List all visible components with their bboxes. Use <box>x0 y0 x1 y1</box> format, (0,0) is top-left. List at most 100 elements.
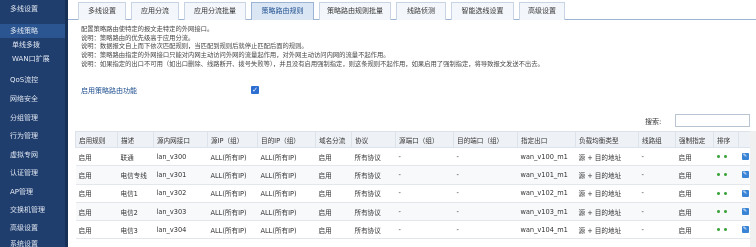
cell-lb: 源 + 目的地址 <box>575 184 639 203</box>
sidebar-item-wan-extend[interactable]: WAN口扩展 <box>0 52 68 66</box>
cell-domain: 启用 <box>315 184 352 203</box>
sidebar-item-multiline-settings[interactable]: 多线设置 <box>0 2 68 16</box>
sort-dot-icon[interactable] <box>723 191 727 195</box>
main-content: 多线设置 应用分流 应用分流批量 策略路由规则 策略路由规则批量 线路侦测 智能… <box>68 0 756 247</box>
table-row[interactable]: 启用 电信3 lan_v304 ALL(所有IP) ALL(所有IP) 启用 所有协议 - - w… <box>75 220 756 240</box>
column-header[interactable]: 域名分流 <box>315 131 352 148</box>
column-header[interactable]: 源端口（组） <box>395 131 454 148</box>
cell-sport: - <box>395 202 454 222</box>
edit-icon[interactable]: ✎ <box>741 171 749 179</box>
sort-dot-icon[interactable] <box>723 210 727 214</box>
sidebar-item-qos[interactable]: QoS流控 <box>0 73 68 87</box>
cell-dst: ALL(所有IP) <box>257 184 316 203</box>
tab-multiline-settings[interactable]: 多线设置 <box>78 2 126 20</box>
sort-dot-icon[interactable] <box>723 228 727 232</box>
app-window: 多线设置 多线策略 单线多拨 WAN口扩展 QoS流控 网络安全 分组管理 行为… <box>0 0 756 247</box>
sort-dot-icon[interactable] <box>723 155 727 159</box>
cell-src: ALL(所有IP) <box>207 220 258 240</box>
tab-bar: 多线设置 应用分流 应用分流批量 策略路由规则 策略路由规则批量 线路侦测 智能… <box>68 0 756 20</box>
table-row[interactable]: 启用 电信1 lan_v302 ALL(所有IP) ALL(所有IP) 启用 所有协议 - - w… <box>75 184 756 203</box>
edit-icon[interactable]: ✎ <box>741 208 749 216</box>
info-notes: 配置策略路由使特定的报文走特定的外网接口。 说明：策略路由的优先级高于应用分流。… <box>81 26 741 69</box>
enable-policy-route-checkbox[interactable]: ✓ <box>251 86 259 94</box>
cell-domain: 启用 <box>315 147 352 167</box>
column-header[interactable]: 线路组 <box>638 131 676 148</box>
cell-out: wan_v100_m1 <box>517 147 576 167</box>
sort-dot-icon[interactable] <box>716 210 720 214</box>
cell-sport: - <box>395 220 454 240</box>
table-row[interactable]: 启用 联通 lan_v300 ALL(所有IP) ALL(所有IP) 启用 所有协议 - - wa… <box>75 147 756 167</box>
tab-policy-route-rules[interactable]: 策略路由规则 <box>251 2 314 20</box>
cell-sort <box>713 147 739 167</box>
cell-sport: - <box>395 184 454 203</box>
column-header[interactable]: 协议 <box>351 131 396 148</box>
sort-dot-icon[interactable] <box>716 155 720 159</box>
column-header[interactable]: 强制指定 <box>675 131 714 148</box>
column-header[interactable]: 排序 <box>713 131 739 148</box>
sidebar-item-vpn[interactable]: 虚拟专网 <box>0 148 68 162</box>
sidebar-item-behavior-management[interactable]: 行为管理 <box>0 129 68 143</box>
search-input[interactable] <box>675 114 750 127</box>
column-header[interactable]: 启用规则 <box>75 131 118 148</box>
sidebar-item-group-management[interactable]: 分组管理 <box>0 111 68 125</box>
cell-enable: 启用 <box>75 220 118 240</box>
cell-force: 启用 <box>675 220 714 240</box>
cell-lb: 源 + 目的地址 <box>575 165 639 185</box>
cell-desc: 电信2 <box>117 202 154 222</box>
tab-app-split[interactable]: 应用分流 <box>131 2 179 20</box>
cell-iface: lan_v300 <box>153 147 208 167</box>
cell-dst: ALL(所有IP) <box>257 220 316 240</box>
cell-src: ALL(所有IP) <box>207 147 258 167</box>
table-row[interactable]: 启用 电信专线 lan_v301 ALL(所有IP) ALL(所有IP) 启用 所有协议 - -… <box>75 165 756 185</box>
cell-domain: 启用 <box>315 202 352 222</box>
tab-advanced-settings[interactable]: 高级设置 <box>519 2 565 20</box>
sidebar-item-network-security[interactable]: 网络安全 <box>0 92 68 106</box>
column-header[interactable]: 描述 <box>117 131 154 148</box>
tab-line-detection[interactable]: 线路侦测 <box>396 2 446 20</box>
cell-out: wan_v102_m1 <box>517 184 576 203</box>
info-line: 说明：如果指定的出口不可用（如出口删除、线路断开、拨号失败等），并且没有启用强制… <box>81 60 544 68</box>
cell-sort <box>713 184 739 203</box>
rules-table: 启用规则 描述 源内网接口 源IP（组） 目的IP（组） 域名分流 协议 源端口… <box>75 131 756 240</box>
sort-dot-icon[interactable] <box>716 228 720 232</box>
column-header[interactable]: 负载均衡类型 <box>575 131 639 148</box>
cell-desc: 电信1 <box>117 184 154 203</box>
table-row[interactable]: 启用 电信2 lan_v303 ALL(所有IP) ALL(所有IP) 启用 所有协议 - - w… <box>75 202 756 222</box>
sidebar-item-multiline-policy[interactable]: 多线策略 <box>0 24 68 38</box>
sidebar-item-switch-management[interactable]: 交换机管理 <box>0 203 68 217</box>
tab-smart-line-settings[interactable]: 智能选线设置 <box>451 2 514 20</box>
cell-domain: 启用 <box>315 220 352 240</box>
sort-dot-icon[interactable] <box>723 173 727 177</box>
cell-force: 启用 <box>675 184 714 203</box>
sidebar-item-system-settings[interactable]: 系统设置 <box>0 237 68 247</box>
cell-force: 启用 <box>675 202 714 222</box>
cell-src: ALL(所有IP) <box>207 184 258 203</box>
column-header[interactable]: 指定出口 <box>517 131 576 148</box>
sidebar-item-single-line-dial[interactable]: 单线多拨 <box>0 38 68 52</box>
cell-dport: - <box>453 184 518 203</box>
table-header-row: 启用规则 描述 源内网接口 源IP（组） 目的IP（组） 域名分流 协议 源端口… <box>75 131 756 148</box>
sidebar-item-auth-management[interactable]: 认证管理 <box>0 166 68 180</box>
table-scrollbar[interactable] <box>750 131 756 247</box>
edit-icon[interactable]: ✎ <box>741 226 749 234</box>
edit-icon[interactable]: ✎ <box>741 153 749 161</box>
tab-policy-route-rules-batch[interactable]: 策略路由规则批量 <box>319 2 391 20</box>
column-header[interactable]: 目的端口（组） <box>453 131 518 148</box>
column-header[interactable]: 目的IP（组） <box>257 131 316 148</box>
column-header[interactable]: 源内网接口 <box>153 131 208 148</box>
sidebar-item-ap-management[interactable]: AP管理 <box>0 185 68 199</box>
cell-dst: ALL(所有IP) <box>257 147 316 167</box>
cell-out: wan_v103_m1 <box>517 202 576 222</box>
edit-icon[interactable]: ✎ <box>741 189 749 197</box>
tab-app-split-batch[interactable]: 应用分流批量 <box>184 2 246 20</box>
cell-force: 启用 <box>675 147 714 167</box>
cell-sort <box>713 202 739 222</box>
sort-dot-icon[interactable] <box>716 173 720 177</box>
cell-out: wan_v104_m1 <box>517 220 576 240</box>
column-header[interactable]: 源IP（组） <box>207 131 258 148</box>
cell-desc: 联通 <box>117 147 154 167</box>
sidebar-item-advanced-settings[interactable]: 高级设置 <box>0 221 68 235</box>
cell-enable: 启用 <box>75 147 118 167</box>
sort-dot-icon[interactable] <box>716 191 720 195</box>
cell-group: - <box>638 184 676 203</box>
